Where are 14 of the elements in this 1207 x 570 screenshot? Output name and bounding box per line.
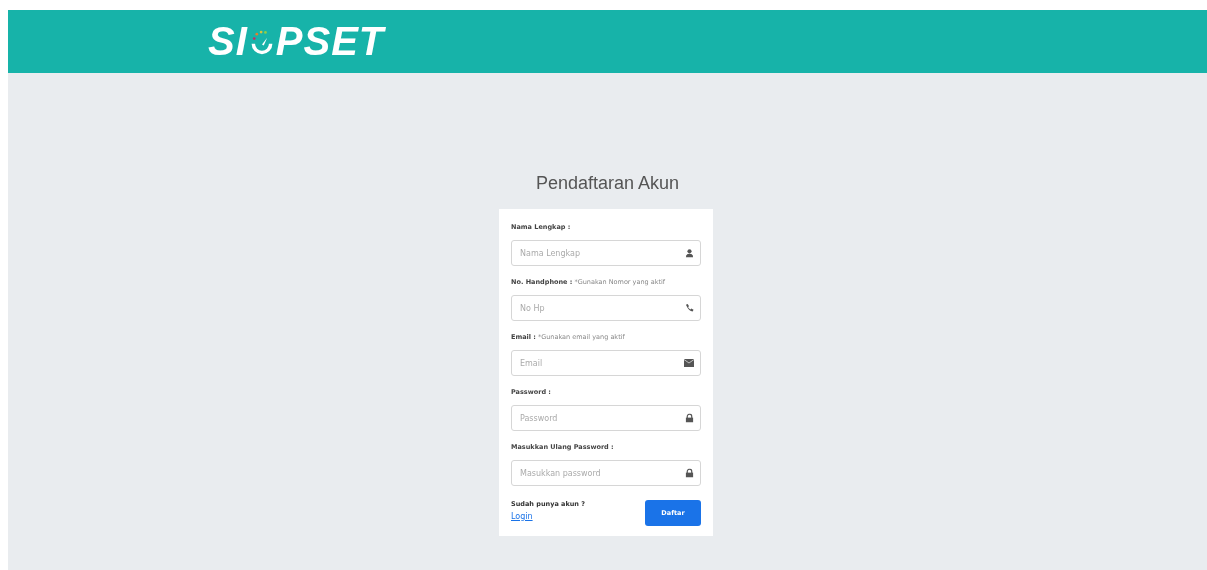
login-link[interactable]: Login <box>511 512 586 521</box>
lock-icon <box>685 413 694 423</box>
input-field[interactable]: Password <box>511 405 701 431</box>
input-field[interactable]: Email <box>511 350 701 376</box>
envelope-icon <box>684 359 694 367</box>
input-field[interactable]: Nama Lengkap <box>511 240 701 266</box>
logo-text: PSET <box>275 19 385 64</box>
user-icon <box>685 248 694 258</box>
input-field[interactable]: Masukkan password <box>511 460 701 486</box>
phone-icon <box>685 303 694 313</box>
logo-text: SI <box>208 19 248 64</box>
input-field[interactable]: No Hp <box>511 295 701 321</box>
lock-icon <box>685 468 694 478</box>
page-title: Pendaftaran Akun <box>535 173 680 194</box>
